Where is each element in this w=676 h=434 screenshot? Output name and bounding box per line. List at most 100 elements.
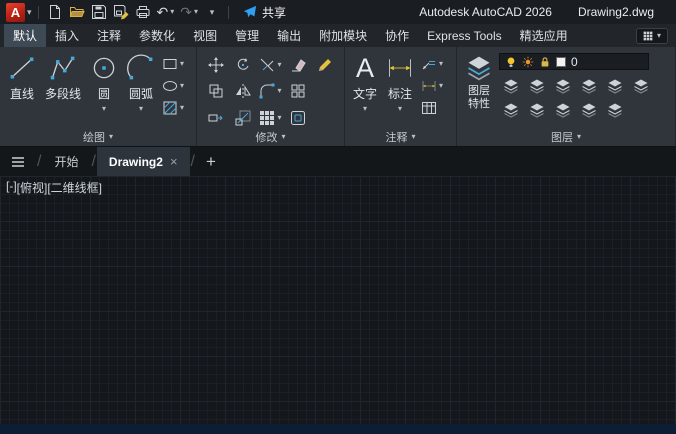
panel-label-modify[interactable]: 修改 ▾	[197, 128, 344, 146]
close-tab-icon[interactable]: ×	[170, 154, 178, 169]
layer-isolate-tool[interactable]	[528, 77, 546, 95]
offset-tool[interactable]	[289, 109, 307, 127]
tab-collaborate[interactable]: 协作	[376, 24, 418, 47]
layer-state-tool[interactable]	[528, 101, 546, 119]
plot-button[interactable]	[133, 1, 153, 23]
tab-start[interactable]: 开始	[42, 147, 90, 176]
viewport-minimize-control[interactable]: [-]	[6, 179, 17, 196]
rectangle-caret-icon[interactable]: ▾	[180, 60, 184, 68]
layer-off-tool[interactable]	[502, 77, 520, 95]
hatch-tool[interactable]: ▾	[161, 99, 185, 117]
text-tool[interactable]: A 文字 ▾	[350, 52, 380, 115]
text-caret-icon[interactable]: ▾	[363, 105, 367, 113]
circle-tool[interactable]: 圆 ▾	[87, 52, 121, 115]
undo-button[interactable]: ↶ ▾	[155, 1, 177, 23]
share-button[interactable]: 共享	[243, 4, 286, 21]
table-tool[interactable]	[420, 99, 444, 117]
layer-previous-tool[interactable]	[502, 101, 520, 119]
logo-letter: A	[10, 4, 21, 20]
app-menu-caret-icon[interactable]: ▾	[27, 7, 32, 17]
new-file-button[interactable]	[45, 1, 65, 23]
redo-button[interactable]: ↷ ▾	[178, 1, 200, 23]
fillet-tool[interactable]: ▾	[258, 82, 282, 100]
layer-lock-tool-icon	[581, 78, 597, 94]
layer-freeze-sun-icon[interactable]	[522, 56, 534, 68]
layer-selector[interactable]: 0	[499, 53, 649, 70]
array-tool[interactable]: ▾	[258, 109, 282, 127]
tab-parametric[interactable]: 参数化	[130, 24, 184, 47]
layer-on-bulb-icon[interactable]	[505, 56, 517, 68]
new-drawing-tab-button[interactable]: +	[196, 152, 226, 172]
leader-caret-icon[interactable]: ▾	[439, 60, 443, 68]
copy-tool[interactable]	[207, 82, 225, 100]
circle-caret-icon[interactable]: ▾	[102, 105, 106, 113]
layers-panel-title: 图层	[550, 132, 573, 144]
undo-caret-icon[interactable]: ▾	[170, 8, 174, 16]
layer-walk-tool[interactable]	[632, 77, 650, 95]
tab-view[interactable]: 视图	[184, 24, 226, 47]
layer-delete-tool[interactable]	[580, 101, 598, 119]
edit-tool[interactable]	[316, 56, 334, 74]
scale-tool[interactable]	[234, 109, 252, 127]
ribbon-display-toggle[interactable]: ▾	[635, 27, 668, 44]
layer-freeze-tool[interactable]	[554, 77, 572, 95]
tab-addins[interactable]: 附加模块	[310, 24, 376, 47]
tab-featured-apps[interactable]: 精选应用	[511, 24, 577, 47]
ellipse-tool[interactable]: ▾	[161, 77, 185, 95]
autocad-logo[interactable]: A	[6, 2, 25, 22]
polyline-tool[interactable]: 多段线	[42, 52, 84, 104]
tab-output[interactable]: 输出	[268, 24, 310, 47]
multileader-tool[interactable]: ▾	[420, 77, 444, 95]
rectangle-tool[interactable]: ▾	[161, 55, 185, 73]
layer-properties-tool[interactable]: 图层特性	[462, 52, 496, 113]
fillet-caret-icon[interactable]: ▾	[277, 87, 281, 95]
hatch-caret-icon[interactable]: ▾	[180, 104, 184, 112]
layer-merge-icon	[555, 102, 571, 118]
panel-label-layers[interactable]: 图层 ▾	[457, 128, 675, 146]
tab-insert[interactable]: 插入	[46, 24, 88, 47]
arc-caret-icon[interactable]: ▾	[139, 105, 143, 113]
panel-label-draw[interactable]: 绘图 ▾	[0, 128, 196, 146]
open-file-button[interactable]	[67, 1, 87, 23]
save-as-button[interactable]	[111, 1, 131, 23]
paper-plane-icon	[243, 5, 257, 19]
save-button[interactable]	[89, 1, 109, 23]
file-tabs-menu-button[interactable]	[0, 147, 36, 176]
tab-manage[interactable]: 管理	[226, 24, 268, 47]
viewport-visual-style-control[interactable]: [二维线框]	[47, 179, 102, 196]
layer-match-tool[interactable]	[606, 77, 624, 95]
trim-caret-icon[interactable]: ▾	[277, 60, 281, 69]
layer-merge-tool[interactable]	[554, 101, 572, 119]
redo-caret-icon[interactable]: ▾	[194, 8, 198, 16]
tab-drawing2[interactable]: Drawing2 ×	[96, 147, 190, 176]
array-caret-icon[interactable]: ▾	[277, 114, 281, 122]
stretch-tool[interactable]	[207, 109, 225, 127]
tab-annotate[interactable]: 注释	[88, 24, 130, 47]
ellipse-caret-icon[interactable]: ▾	[180, 82, 184, 90]
arc-tool[interactable]: 圆弧 ▾	[124, 52, 158, 115]
viewport-view-control[interactable]: [俯视]	[17, 179, 48, 196]
quick-access-customize-button[interactable]: ▾	[202, 1, 222, 23]
line-tool[interactable]: 直线	[5, 52, 39, 104]
layer-lock-icon[interactable]	[539, 56, 551, 68]
dimension-caret-icon[interactable]: ▾	[398, 105, 402, 113]
layer-unlock-tool[interactable]	[606, 101, 624, 119]
erase-tool[interactable]	[289, 56, 307, 74]
leader-tool[interactable]: ▾	[420, 55, 444, 73]
explode-tool[interactable]	[289, 82, 307, 100]
tab-home[interactable]: 默认	[4, 24, 47, 47]
erase-icon	[290, 57, 306, 73]
dimension-tool[interactable]: 标注 ▾	[383, 52, 417, 115]
multileader-caret-icon[interactable]: ▾	[439, 82, 443, 90]
tab-express-tools[interactable]: Express Tools	[418, 24, 510, 47]
rotate-tool[interactable]	[234, 56, 252, 74]
move-tool[interactable]	[207, 56, 225, 74]
panel-modify: ▾ ▾ ▾ 修改 ▾	[197, 47, 345, 146]
trim-tool[interactable]: ▾	[258, 56, 282, 74]
text-label: 文字	[353, 87, 378, 101]
panel-label-annotation[interactable]: 注释 ▾	[345, 128, 456, 146]
drawing-area[interactable]: [-] [俯视] [二维线框]	[0, 176, 676, 424]
layer-lock-tool[interactable]	[580, 77, 598, 95]
layer-color-swatch[interactable]	[556, 56, 566, 67]
mirror-tool[interactable]	[234, 82, 252, 100]
